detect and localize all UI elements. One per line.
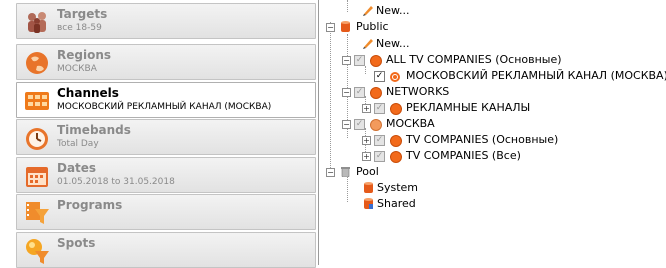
expand-toggle[interactable]: + bbox=[362, 152, 371, 161]
section-spots[interactable]: Spots bbox=[16, 232, 316, 268]
people-icon bbox=[28, 12, 46, 33]
tree-item-label: New... bbox=[376, 37, 410, 50]
tree-item-label: Public bbox=[356, 20, 389, 33]
checkbox[interactable]: ✓ bbox=[374, 103, 385, 114]
shared-folder-icon bbox=[364, 198, 373, 209]
collapse-toggle[interactable]: − bbox=[342, 56, 351, 65]
checkbox[interactable]: ✓ bbox=[354, 119, 365, 130]
section-title: Channels bbox=[57, 86, 119, 100]
section-subtitle: все 18-59 bbox=[57, 23, 102, 33]
query-sections-panel: Targets все 18-59 Regions МОСКВА Channel… bbox=[14, 0, 319, 268]
checkbox[interactable]: ✓ bbox=[374, 135, 385, 146]
pencil-icon bbox=[363, 6, 373, 16]
tree-item-label: New... bbox=[376, 4, 410, 17]
section-title: Programs bbox=[57, 198, 123, 212]
film-funnel-icon bbox=[26, 202, 49, 224]
channel-group-icon bbox=[390, 135, 402, 147]
collapse-toggle[interactable]: − bbox=[342, 120, 351, 129]
section-title: Regions bbox=[57, 48, 112, 62]
channel-group-icon bbox=[370, 55, 382, 67]
section-regions[interactable]: Regions МОСКВА bbox=[16, 44, 316, 80]
collapse-toggle[interactable]: − bbox=[326, 23, 335, 32]
channel-group-icon bbox=[370, 119, 382, 131]
checkbox[interactable]: ✓ bbox=[374, 71, 385, 82]
folder-can-icon bbox=[341, 21, 350, 32]
section-targets[interactable]: Targets все 18-59 bbox=[16, 3, 316, 39]
section-channels[interactable]: Channels МОСКОВСКИЙ РЕКЛАМНЫЙ КАНАЛ (МОС… bbox=[16, 82, 316, 118]
tree-line bbox=[330, 22, 331, 170]
section-timebands[interactable]: Timebands Total Day bbox=[16, 119, 316, 155]
tree-line bbox=[347, 0, 348, 12]
tree-item-label: МОСКВА bbox=[386, 117, 435, 130]
channel-group-icon bbox=[390, 103, 402, 115]
section-dates[interactable]: Dates 01.05.2018 to 31.05.2018 bbox=[16, 157, 316, 193]
clock-icon bbox=[26, 128, 48, 150]
checkbox[interactable]: ✓ bbox=[374, 151, 385, 162]
tree-item-label: TV COMPANIES (Основные) bbox=[406, 133, 559, 146]
tree-item-label: TV COMPANIES (Все) bbox=[406, 149, 521, 162]
tree-item-label: ALL TV COMPANIES (Основные) bbox=[386, 53, 562, 66]
section-programs[interactable]: Programs bbox=[16, 194, 316, 230]
trash-can-icon bbox=[341, 167, 350, 177]
tree-line bbox=[365, 66, 366, 74]
checkbox[interactable]: ✓ bbox=[354, 87, 365, 98]
collapse-toggle[interactable]: − bbox=[326, 168, 335, 177]
section-subtitle: 01.05.2018 to 31.05.2018 bbox=[57, 177, 175, 187]
tree-item-label: РЕКЛАМНЫЕ КАНАЛЫ bbox=[406, 101, 531, 114]
section-subtitle: МОСКОВСКИЙ РЕКЛАМНЫЙ КАНАЛ (МОСКВА) bbox=[57, 102, 272, 112]
pencil-icon bbox=[363, 39, 373, 49]
tree-line bbox=[347, 174, 348, 202]
section-title: Timebands bbox=[57, 123, 131, 137]
expand-toggle[interactable]: + bbox=[362, 136, 371, 145]
channel-tree: New... − Public New... − ✓ ALL TV COMPAN… bbox=[326, 0, 666, 265]
collapse-toggle[interactable]: − bbox=[342, 88, 351, 97]
tree-item-label: NETWORKS bbox=[386, 85, 450, 98]
tree-item-label: МОСКОВСКИЙ РЕКЛАМНЫЙ КАНАЛ (МОСКВА) bbox=[406, 69, 666, 82]
channel-group-icon bbox=[390, 151, 402, 163]
tree-item-label: Pool bbox=[356, 165, 379, 178]
spots-funnel-icon bbox=[26, 239, 49, 264]
checkbox[interactable]: ✓ bbox=[354, 55, 365, 66]
globe-icon bbox=[26, 52, 48, 74]
section-title: Spots bbox=[57, 236, 96, 250]
system-folder-icon bbox=[364, 182, 373, 193]
expand-toggle[interactable]: + bbox=[362, 104, 371, 113]
section-subtitle: МОСКВА bbox=[57, 64, 97, 74]
channel-icon bbox=[390, 72, 400, 82]
channels-icon bbox=[25, 92, 49, 110]
section-title: Targets bbox=[57, 7, 108, 21]
tree-item-label: Shared bbox=[377, 197, 416, 210]
section-title: Dates bbox=[57, 161, 97, 175]
section-subtitle: Total Day bbox=[57, 139, 99, 149]
tree-item-label: System bbox=[377, 181, 419, 194]
calendar-icon bbox=[26, 167, 48, 187]
channel-group-icon bbox=[370, 87, 382, 99]
